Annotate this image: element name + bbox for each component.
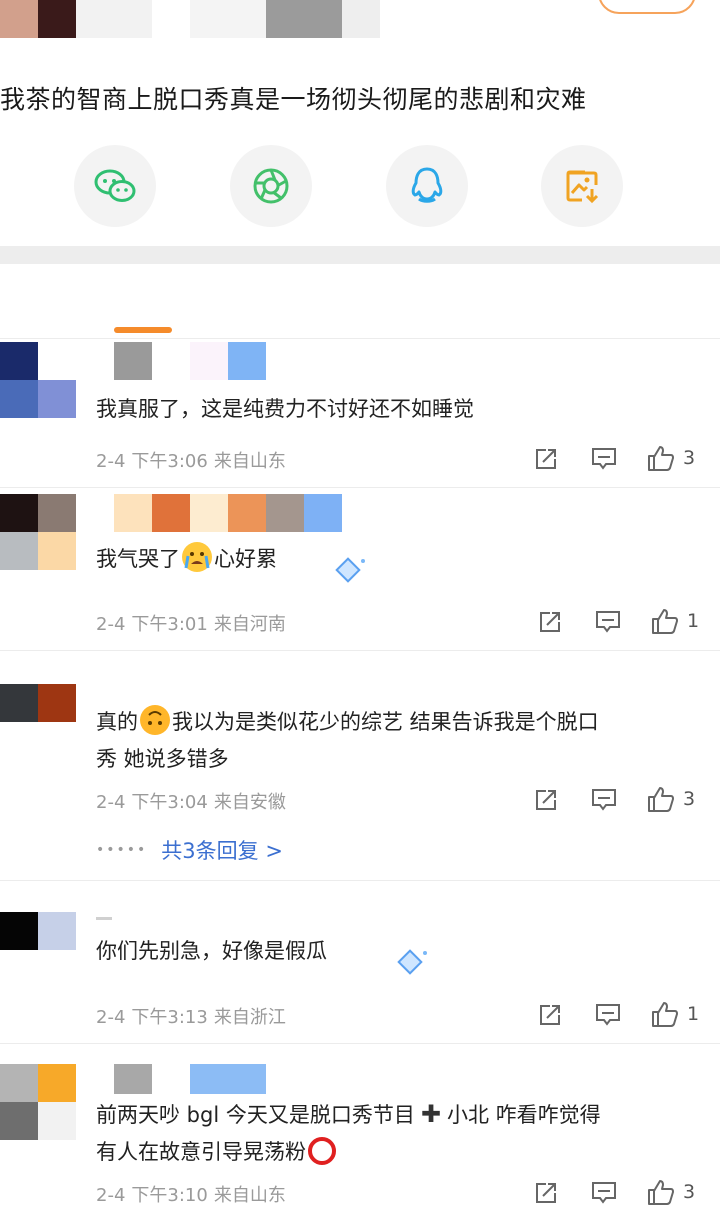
- qq-penguin-icon: [407, 165, 447, 207]
- reply-icon[interactable]: [595, 610, 621, 638]
- upside-down-face-icon: [140, 705, 170, 735]
- comment-meta: 2-4 下午3:06 来自山东: [96, 451, 286, 472]
- post-text: 我茶的智商上脱口秀真是一场彻头彻尾的悲剧和灾难: [0, 85, 587, 114]
- repost-icon[interactable]: [538, 1003, 562, 1031]
- image-save-icon: [563, 167, 601, 205]
- thumbs-up-icon[interactable]: [647, 444, 675, 476]
- reply-icon[interactable]: [595, 1003, 621, 1031]
- follow-button[interactable]: [598, 0, 696, 14]
- avatar[interactable]: [0, 342, 38, 380]
- reply-icon[interactable]: [591, 447, 617, 475]
- share-qq-button[interactable]: [386, 145, 468, 227]
- comment-text: 你们先别急，好像是假瓜: [96, 939, 327, 963]
- avatar[interactable]: [0, 494, 38, 532]
- repost-icon[interactable]: [534, 788, 558, 816]
- divider: [0, 487, 720, 488]
- like-count: 3: [683, 447, 696, 469]
- diamond-badge-icon: [332, 556, 368, 590]
- hollow-red-circle-icon: [308, 1137, 336, 1165]
- avatar[interactable]: [0, 912, 38, 950]
- like-count: 3: [683, 1181, 696, 1203]
- divider: [0, 1043, 720, 1044]
- username-mosaic[interactable]: [114, 494, 152, 532]
- reply-icon[interactable]: [591, 1181, 617, 1209]
- reply-icon[interactable]: [591, 788, 617, 816]
- comment-text-line1: 真的 我以为是类似花少的综艺 结果告诉我是个脱口: [96, 703, 599, 741]
- divider: [0, 338, 720, 339]
- comment-meta: 2-4 下午3:01 来自河南: [96, 614, 286, 635]
- comment-meta: 2-4 下午3:04 来自安徽: [96, 792, 286, 813]
- repost-icon[interactable]: [538, 610, 562, 638]
- repost-icon[interactable]: [534, 1181, 558, 1209]
- save-image-button[interactable]: [541, 145, 623, 227]
- section-divider: [0, 246, 720, 264]
- like-count: 3: [683, 788, 696, 810]
- repost-icon[interactable]: [534, 447, 558, 475]
- comment-text: 我气哭了 心好累: [96, 540, 277, 578]
- username-mosaic[interactable]: [114, 342, 152, 380]
- active-tab-indicator: [114, 327, 172, 333]
- divider: [0, 880, 720, 881]
- thumbs-up-icon[interactable]: [651, 1000, 679, 1032]
- ellipsis-icon: •••••: [96, 842, 148, 858]
- like-count: 1: [687, 1003, 700, 1025]
- thumbs-up-icon[interactable]: [647, 1178, 675, 1210]
- avatar[interactable]: [0, 684, 38, 722]
- comment-text: 我真服了，这是纯费力不讨好还不如睡觉: [96, 397, 474, 421]
- avatar[interactable]: [0, 1064, 38, 1102]
- comment-text-line1: 前两天吵 bgl 今天又是脱口秀节目 ✚ 小北 咋看咋觉得: [96, 1095, 601, 1134]
- comment-meta: 2-4 下午3:10 来自山东: [96, 1185, 286, 1206]
- aperture-icon: [251, 166, 291, 206]
- comment-text-line2: 秀 她说多错多: [96, 747, 229, 771]
- wechat-icon: [93, 166, 137, 206]
- share-moments-button[interactable]: [230, 145, 312, 227]
- like-count: 1: [687, 610, 700, 632]
- thumbs-up-icon[interactable]: [651, 607, 679, 639]
- crying-face-icon: [182, 542, 212, 572]
- username-mosaic[interactable]: [114, 1064, 152, 1094]
- comment-text-line2: 有人在故意引导晃荡粉: [96, 1133, 338, 1171]
- divider: [0, 650, 720, 651]
- diamond-badge-icon: [394, 948, 430, 982]
- view-replies-link[interactable]: ••••• 共3条回复 >: [96, 835, 283, 865]
- comment-meta: 2-4 下午3:13 来自浙江: [96, 1007, 286, 1028]
- share-wechat-button[interactable]: [74, 145, 156, 227]
- heavy-plus-icon: ✚: [420, 1100, 441, 1128]
- thumbs-up-icon[interactable]: [647, 785, 675, 817]
